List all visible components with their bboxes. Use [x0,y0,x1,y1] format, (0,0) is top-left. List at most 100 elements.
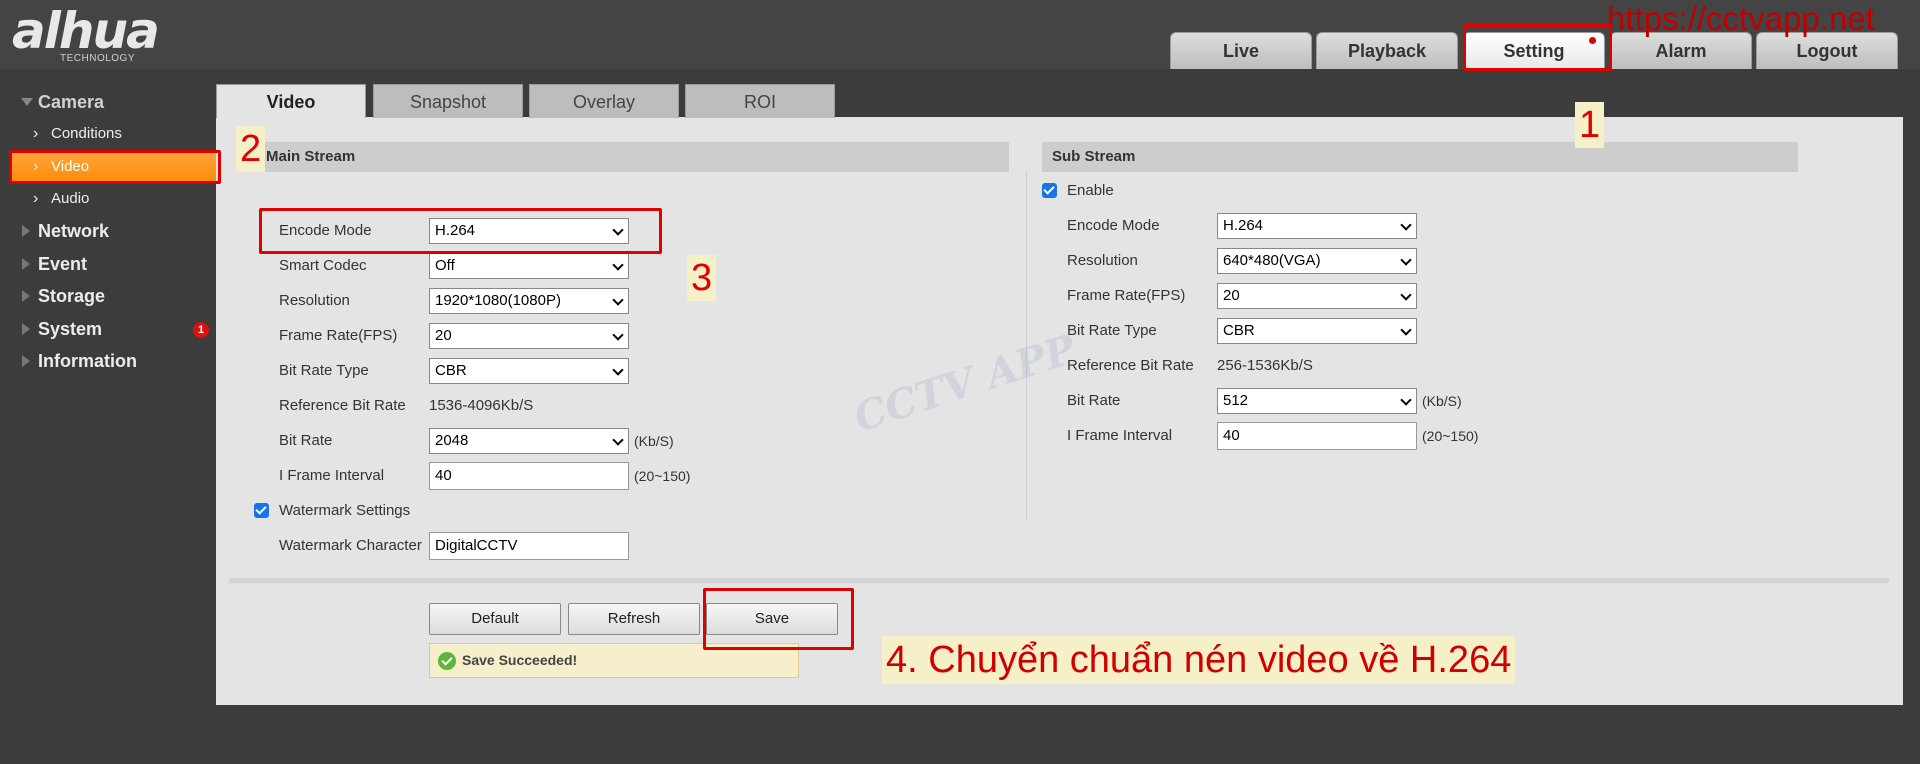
i-frame-interval-input[interactable]: 40 [429,462,629,490]
caret-down-icon [21,98,33,106]
annotation-step-4: 4. Chuyển chuẩn nén video về H.264 [882,636,1516,684]
sub-resolution-select[interactable]: 640*480(VGA) [1217,248,1417,274]
logo-wordmark: alhua [12,2,160,60]
sidebar-item-audio[interactable]: › Audio [0,183,215,215]
select-value: Off [435,257,455,274]
sidebar-item-event[interactable]: Event [0,248,215,280]
resolution-select[interactable]: 1920*1080(1080P) [429,288,629,314]
tab-overlay[interactable]: Overlay [529,84,679,118]
chevron-down-icon [1400,254,1412,266]
brand-logo: alhua TECHNOLOGY [12,2,160,64]
select-value: 512 [1223,392,1249,409]
i-frame-interval-label: I Frame Interval [279,467,385,484]
smart-codec-select[interactable]: Off [429,253,629,279]
highlight-save-button [703,588,854,650]
select-value: CBR [1223,322,1255,339]
sidebar-item-information[interactable]: Information [0,345,215,377]
chevron-right-icon: › [33,125,39,142]
sub-encode-mode-label: Encode Mode [1067,217,1160,234]
sub-stream-enable-checkbox[interactable] [1042,183,1057,198]
watermark-settings-label: Watermark Settings [279,502,411,519]
enable-label: Enable [1067,182,1114,199]
sub-i-frame-range: (20~150) [1422,428,1479,444]
reference-bit-rate-value: 1536-4096Kb/S [429,397,534,414]
tab-roi[interactable]: ROI [685,84,835,118]
annotation-step-2: 2 [236,126,266,172]
sub-i-frame-interval-input[interactable]: 40 [1217,422,1417,450]
smart-codec-label: Smart Codec [279,257,367,274]
caret-right-icon [22,355,30,367]
sub-bit-rate-type-select[interactable]: CBR [1217,318,1417,344]
sub-frame-rate-select[interactable]: 20 [1217,283,1417,309]
chevron-down-icon [612,259,624,271]
sidebar-item-camera[interactable]: Camera [0,86,215,118]
sidebar-item-storage[interactable]: Storage [0,280,215,312]
sidebar-item-label: Camera [38,92,105,112]
sidebar-item-label: System [38,319,103,339]
sidebar-item-label: Network [38,221,110,241]
sub-bit-rate-unit: (Kb/S) [1422,393,1462,409]
sub-i-frame-interval-label: I Frame Interval [1067,427,1173,444]
watermark-character-input[interactable]: DigitalCCTV [429,532,629,560]
tab-snapshot[interactable]: Snapshot [373,84,523,118]
chevron-down-icon [1400,289,1412,301]
default-button[interactable]: Default [429,603,561,635]
sub-stream-header: Sub Stream [1042,142,1798,172]
sidebar-item-conditions[interactable]: › Conditions [0,118,215,150]
check-circle-icon [438,652,456,670]
caret-right-icon [22,225,30,237]
sub-encode-mode-select[interactable]: H.264 [1217,213,1417,239]
sub-reference-bit-rate-label: Reference Bit Rate [1067,357,1194,374]
select-value: CBR [435,362,467,379]
highlight-encode-mode [259,208,662,254]
reference-bit-rate-label: Reference Bit Rate [279,397,406,414]
chevron-right-icon: › [33,190,39,207]
sub-frame-rate-label: Frame Rate(FPS) [1067,287,1186,304]
i-frame-range: (20~150) [634,468,691,484]
refresh-button[interactable]: Refresh [568,603,700,635]
frame-rate-select[interactable]: 20 [429,323,629,349]
bit-rate-label: Bit Rate [279,432,333,449]
sidebar-item-label: Conditions [51,125,122,142]
sidebar-item-network[interactable]: Network [0,215,215,247]
highlight-setting-tab [1463,24,1612,71]
chevron-down-icon [612,329,624,341]
chevron-down-icon [1400,394,1412,406]
bit-rate-type-label: Bit Rate Type [279,362,369,379]
select-value: 20 [1223,287,1240,304]
caret-right-icon [22,290,30,302]
select-value: 1920*1080(1080P) [435,292,561,309]
site-watermark: https://cctvapp.net [1607,0,1875,37]
caret-right-icon [22,323,30,335]
chevron-down-icon [612,364,624,376]
sub-bit-rate-select[interactable]: 512 [1217,388,1417,414]
status-message-text: Save Succeeded! [462,652,578,668]
frame-rate-label: Frame Rate(FPS) [279,327,398,344]
watermark-character-label: Watermark Character [279,537,422,554]
main-stream-header: Main Stream [256,142,1009,172]
select-value: 640*480(VGA) [1223,252,1321,269]
chevron-down-icon [612,294,624,306]
annotation-step-3: 3 [687,255,717,301]
select-value: 2048 [435,432,469,449]
select-value: 20 [435,327,452,344]
chevron-down-icon [1400,324,1412,336]
sidebar-item-label: Audio [51,190,90,207]
sidebar-item-label: Information [38,351,137,371]
sidebar-item-system[interactable]: System 1 [0,313,215,345]
chevron-down-icon [1400,219,1412,231]
highlight-video-item [9,150,221,184]
divider [229,578,1889,583]
bit-rate-type-select[interactable]: CBR [429,358,629,384]
bit-rate-unit: (Kb/S) [634,433,674,449]
bit-rate-select[interactable]: 2048 [429,428,629,454]
chevron-down-icon [612,434,624,446]
notification-badge: 1 [193,322,209,338]
resolution-label: Resolution [279,292,350,309]
caret-right-icon [22,258,30,270]
tab-playback[interactable]: Playback [1316,32,1458,69]
tab-video[interactable]: Video [216,84,366,118]
tab-live[interactable]: Live [1170,32,1312,69]
sub-reference-bit-rate-value: 256-1536Kb/S [1217,357,1313,374]
watermark-checkbox[interactable] [254,503,269,518]
